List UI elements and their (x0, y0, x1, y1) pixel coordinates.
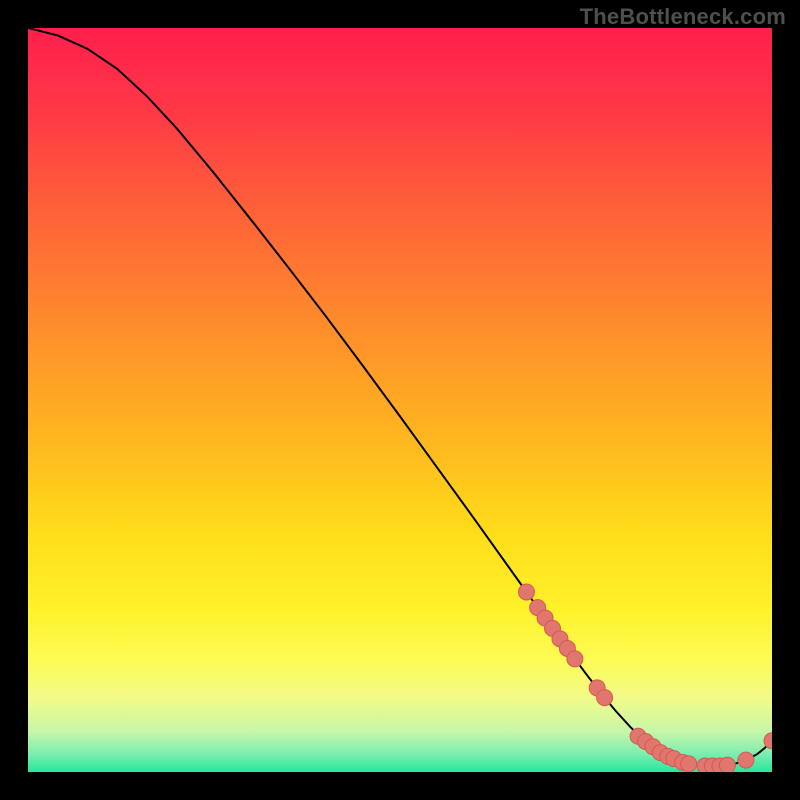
marker-point (738, 752, 754, 768)
gradient-background (28, 28, 772, 772)
marker-point (597, 690, 613, 706)
chart-stage: TheBottleneck.com (0, 0, 800, 800)
watermark-text: TheBottleneck.com (580, 4, 786, 30)
marker-point (518, 584, 534, 600)
marker-point (719, 757, 735, 772)
marker-point (681, 756, 697, 772)
plot-svg (28, 28, 772, 772)
marker-point (567, 651, 583, 667)
plot-area (28, 28, 772, 772)
